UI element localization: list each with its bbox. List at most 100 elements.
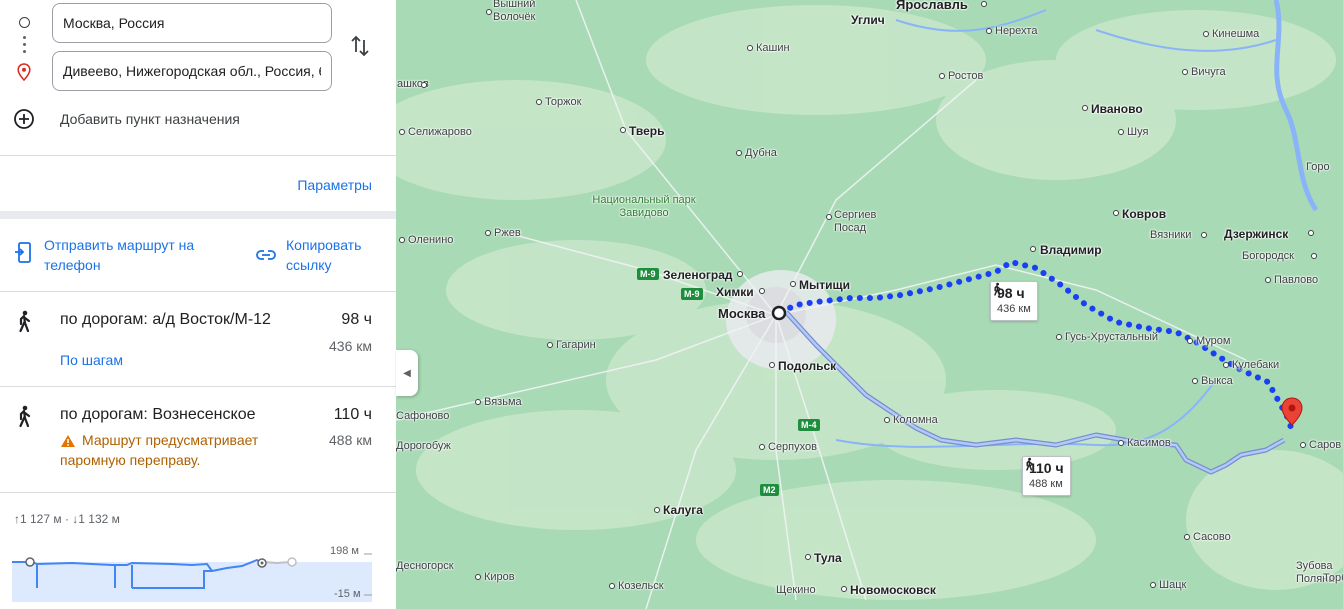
city-dot xyxy=(486,9,492,15)
collapse-panel-button[interactable]: ◀ xyxy=(396,350,418,396)
place-label: Иваново xyxy=(1091,102,1143,116)
ferry-warning: Маршрут предусматривает паромную перепра… xyxy=(60,432,259,468)
city-dot xyxy=(1082,105,1088,111)
place-label: Серпухов xyxy=(768,441,817,453)
city-dot xyxy=(759,288,765,294)
place-label: Саров xyxy=(1309,439,1342,451)
city-dot xyxy=(620,127,626,133)
origin-input-text: Москва, Россия xyxy=(63,15,165,31)
send-to-phone-icon xyxy=(15,242,31,263)
place-label: Зеленоград xyxy=(663,268,733,282)
city-dot xyxy=(826,214,832,220)
section-separator xyxy=(0,211,396,219)
origin-dot-icon xyxy=(19,17,30,28)
place-label: Павлово xyxy=(1274,274,1319,286)
place-label: Торбеево xyxy=(1323,572,1343,584)
city-dot xyxy=(1311,253,1317,259)
swap-directions-icon[interactable] xyxy=(350,34,370,58)
options-link[interactable]: Параметры xyxy=(297,177,372,193)
add-destination-icon[interactable] xyxy=(13,108,35,130)
divider xyxy=(0,492,396,493)
place-label: Тверь xyxy=(629,124,665,138)
place-label: Вязьма xyxy=(484,396,522,408)
road-shield-m2: M2 xyxy=(760,484,779,496)
place-label: Богородск xyxy=(1242,250,1294,262)
send-to-phone-button[interactable]: Отправить маршрут на телефон xyxy=(14,235,214,275)
city-dot xyxy=(1223,362,1229,368)
route-1-label-distance: 436 км xyxy=(997,303,1031,315)
link-icon xyxy=(256,250,276,260)
step-by-step-link[interactable]: По шагам xyxy=(60,352,123,368)
destination-input[interactable]: Дивеево, Нижегородская обл., Россия, 6 xyxy=(52,51,332,91)
route-option-1[interactable]: по дорогам: а/д Восток/М-12 98 ч 436 км … xyxy=(0,292,396,386)
place-label: Сергиев Посад xyxy=(834,209,877,234)
place-label: Сасово xyxy=(1193,531,1231,543)
city-dot xyxy=(769,362,775,368)
place-label: Вышний Волочёк xyxy=(493,0,536,23)
add-destination-button[interactable]: Добавить пункт назначения xyxy=(60,111,240,127)
city-dot xyxy=(1300,442,1306,448)
place-label: Дубна xyxy=(745,147,777,159)
route-option-2[interactable]: по дорогам: Вознесенское 110 ч 488 км Ма… xyxy=(0,387,396,492)
city-dot xyxy=(759,444,765,450)
city-dot xyxy=(475,574,481,580)
city-dot xyxy=(536,99,542,105)
place-label: Гагарин xyxy=(556,339,596,351)
destination-map-pin-icon xyxy=(1281,397,1303,426)
place-label: Сафоново xyxy=(396,410,450,422)
send-to-phone-label: Отправить маршрут на телефон xyxy=(44,237,195,273)
city-dot xyxy=(805,554,811,560)
walking-icon xyxy=(994,282,1001,296)
elevation-chart xyxy=(12,553,372,602)
origin-input[interactable]: Москва, Россия xyxy=(52,3,332,43)
city-dot xyxy=(1265,277,1271,283)
route-name: по дорогам: а/д Восток/М-12 xyxy=(60,311,271,328)
place-label: Вязники xyxy=(1150,229,1192,241)
map-background xyxy=(396,0,1343,609)
city-dot xyxy=(1187,338,1193,344)
place-label: Десногорск xyxy=(396,560,454,572)
city-dot xyxy=(1030,246,1036,252)
city-dot xyxy=(884,417,890,423)
city-dot xyxy=(1118,129,1124,135)
elevation-max-label: 198 м xyxy=(330,545,359,557)
place-label: Ковров xyxy=(1122,207,1167,221)
route-distance: 488 км xyxy=(329,432,372,448)
route-2-label-distance: 488 км xyxy=(1029,478,1063,490)
city-dot xyxy=(485,230,491,236)
place-label: Шуя xyxy=(1127,126,1149,138)
route-time: 98 ч xyxy=(341,311,372,328)
city-dot xyxy=(1203,31,1209,37)
copy-link-button[interactable]: Копировать ссылку xyxy=(256,235,386,275)
place-label: Владимир xyxy=(1040,243,1102,257)
road-shield-m9: M-9 xyxy=(681,288,703,300)
city-dot xyxy=(1182,69,1188,75)
road-shield-m4: M-4 xyxy=(798,419,820,431)
walking-icon xyxy=(19,310,31,333)
place-label: Муром xyxy=(1196,335,1231,347)
route-2-label[interactable]: 110 ч 488 км xyxy=(1022,456,1071,496)
place-label: Козельск xyxy=(618,580,664,592)
city-dot xyxy=(737,271,743,277)
map-canvas[interactable]: M-9 M-9 M-4 M2 Ярославль Углич Вышний Во… xyxy=(396,0,1343,609)
route-1-label[interactable]: 98 ч 436 км xyxy=(990,281,1038,321)
place-label: Углич xyxy=(851,13,885,27)
city-dot xyxy=(747,45,753,51)
destination-input-text: Дивеево, Нижегородская обл., Россия, 6 xyxy=(63,63,321,79)
city-dot xyxy=(421,82,427,88)
place-label: Щекино xyxy=(776,584,816,596)
destination-pin-icon xyxy=(17,63,31,81)
city-dot xyxy=(1201,232,1207,238)
place-label: Нерехта xyxy=(995,25,1038,37)
place-label: Калуга xyxy=(663,503,703,517)
city-dot xyxy=(1118,440,1124,446)
elevation-min-label: -15 м xyxy=(334,588,361,600)
city-dot xyxy=(1150,582,1156,588)
place-label: Шацк xyxy=(1159,579,1187,591)
place-label: Селижарово xyxy=(408,126,472,138)
city-dot xyxy=(399,129,405,135)
elevation-summary: ↑1 127 м · ↓1 132 м xyxy=(14,512,120,526)
city-dot xyxy=(986,28,992,34)
place-label: Выкса xyxy=(1201,375,1233,387)
city-dot xyxy=(654,507,660,513)
